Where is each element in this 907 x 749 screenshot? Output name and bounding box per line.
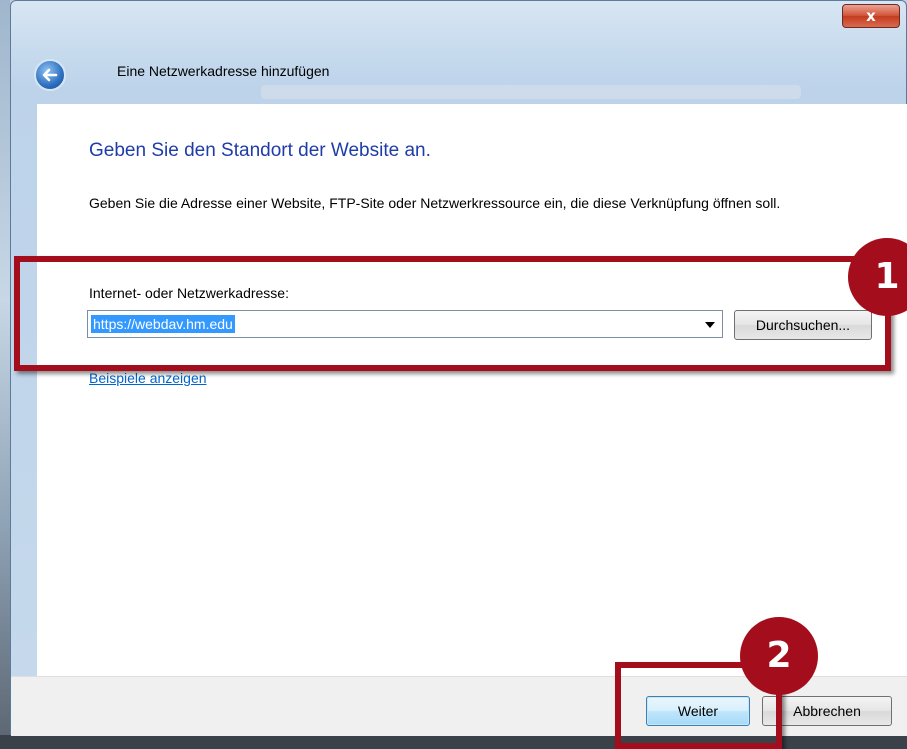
annotation-highlight-address [14, 256, 891, 371]
background-window-heading-blur [261, 85, 801, 99]
background-window-edge [0, 0, 10, 749]
annotation-badge-2: 2 [740, 617, 818, 695]
examples-link[interactable]: Beispiele anzeigen [89, 370, 207, 386]
back-button[interactable] [34, 59, 66, 91]
back-arrow-icon [42, 68, 58, 82]
close-button[interactable]: x [842, 4, 900, 28]
page-description: Geben Sie die Adresse einer Website, FTP… [89, 195, 781, 211]
wizard-content-panel: Geben Sie den Standort der Website an. G… [37, 104, 907, 676]
page-heading: Geben Sie den Standort der Website an. [89, 140, 431, 161]
window-title: Eine Netzwerkadresse hinzufügen [117, 63, 330, 79]
